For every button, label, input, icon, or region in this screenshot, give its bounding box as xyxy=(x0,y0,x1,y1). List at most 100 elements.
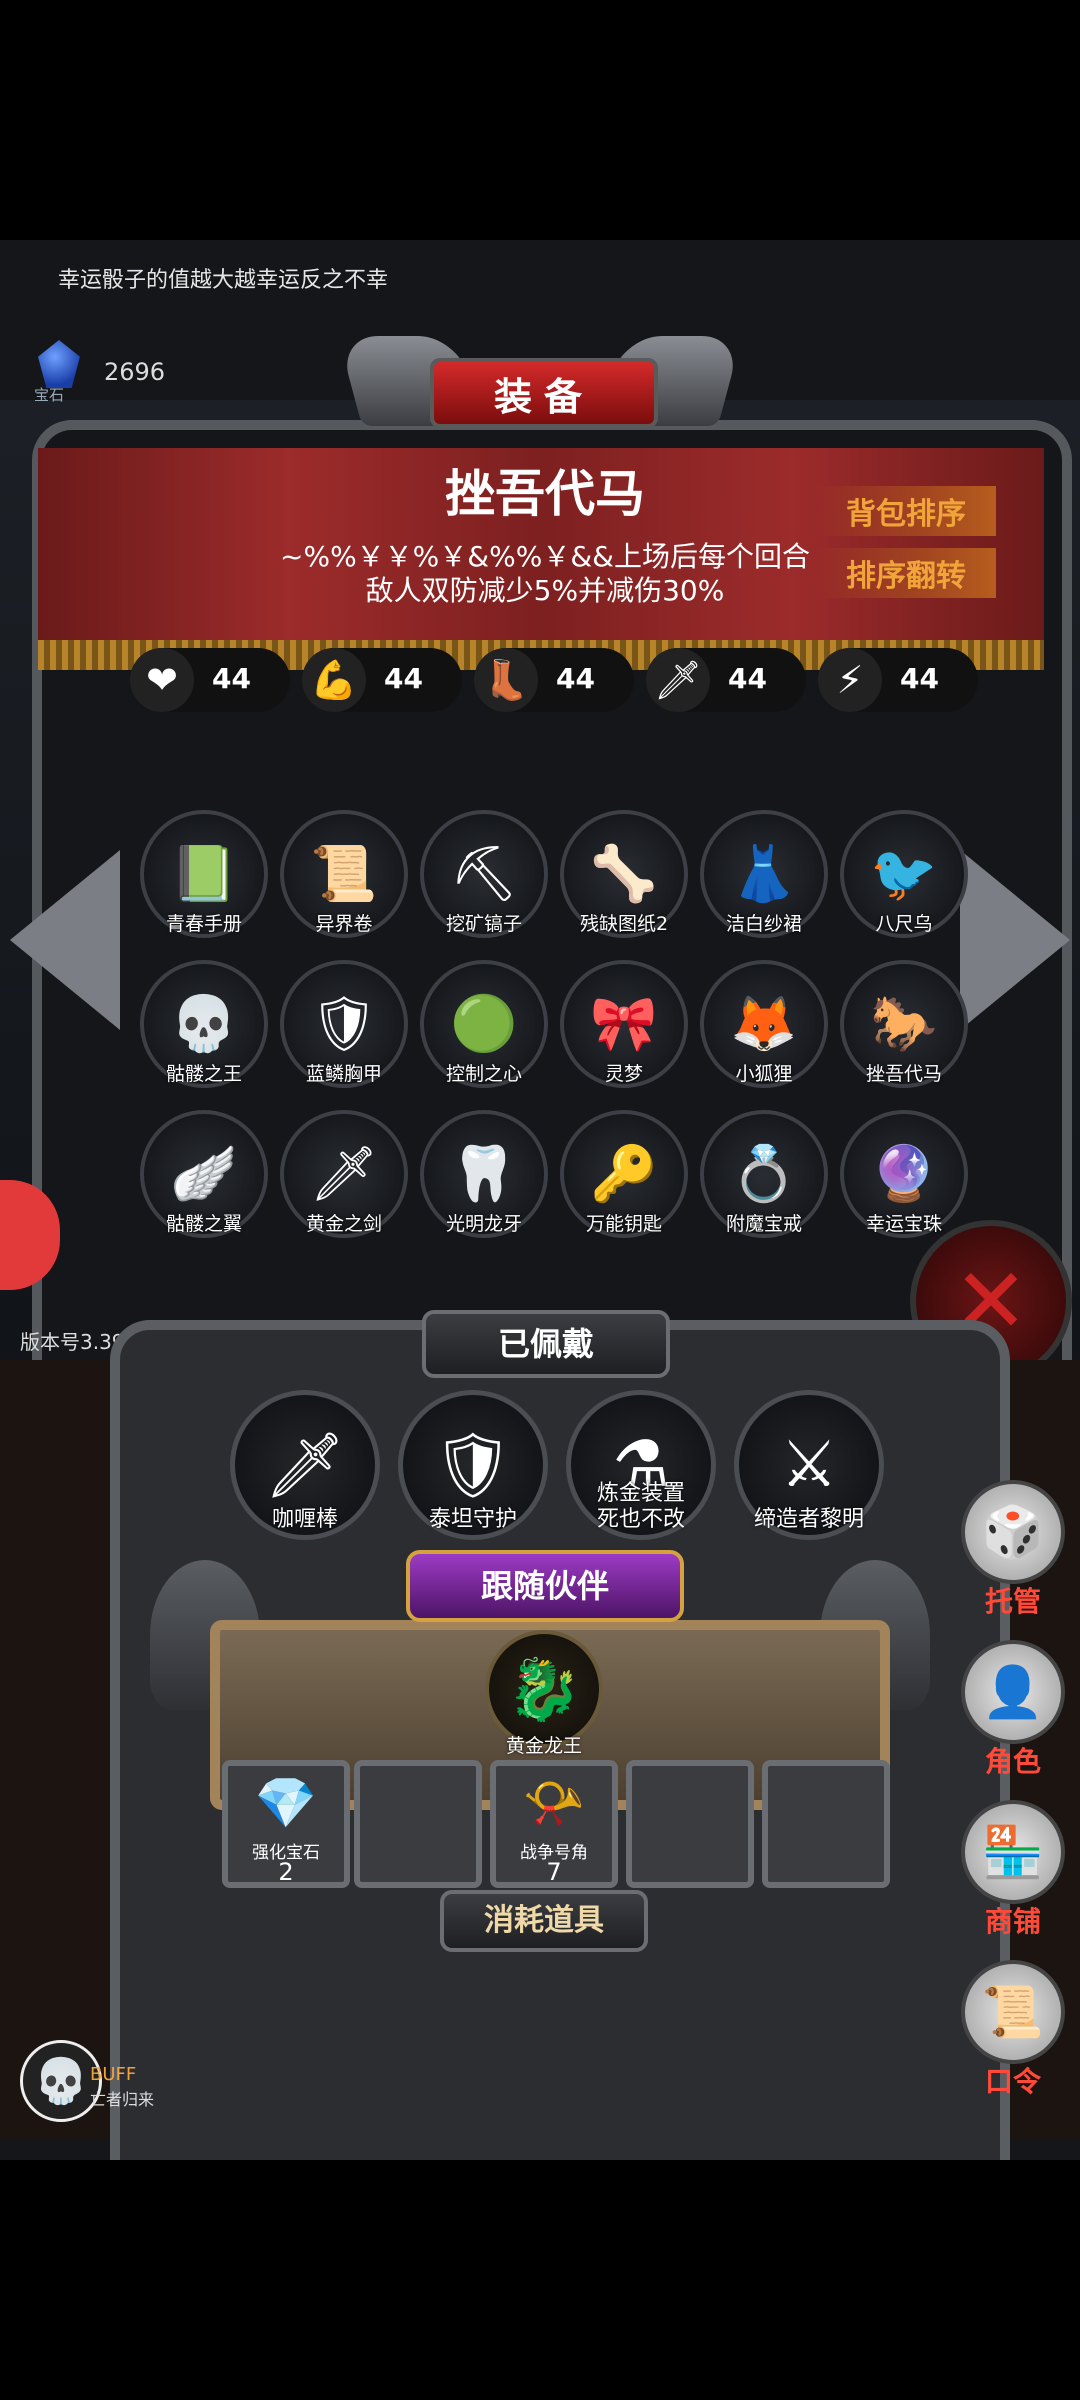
next-page-arrow[interactable] xyxy=(960,850,1070,1030)
item-art-icon: 🦷 xyxy=(450,1142,518,1205)
inventory-item[interactable]: ⛏ 挖矿镐子 xyxy=(420,810,548,938)
equipped-label: 泰坦守护 xyxy=(428,1507,517,1532)
strength-icon: 💪 xyxy=(302,648,366,712)
consumable-count: 7 xyxy=(546,1858,562,1886)
inventory-item[interactable]: 📗 青春手册 xyxy=(140,810,268,938)
selected-item-description: ~%%￥￥%￥&%%￥&&上场后每个回合敌人双防减少5%并减伤30% xyxy=(280,540,810,607)
inventory-item[interactable]: 💍 附魔宝戒 xyxy=(700,1110,828,1238)
page-title: 装备 xyxy=(493,374,594,419)
stat-value: 44 xyxy=(728,662,767,695)
equipped-art-icon: 🛡 xyxy=(432,1428,514,1503)
sort-button[interactable]: 背包排序 xyxy=(816,486,996,536)
item-label: 附魔宝戒 xyxy=(725,1213,802,1235)
item-label: 小狐狸 xyxy=(735,1063,793,1085)
item-art-icon: 🪽 xyxy=(170,1142,238,1205)
boot-icon: 👢 xyxy=(474,648,538,712)
consumable-slot[interactable] xyxy=(354,1760,482,1888)
item-label: 异界卷 xyxy=(315,913,373,935)
selected-item-name: 挫吾代马 xyxy=(445,465,645,523)
inventory-item[interactable]: 🐦 八尺乌 xyxy=(840,810,968,938)
side-menu-button[interactable]: 👤 角色 xyxy=(948,1640,1078,1780)
sword-icon: 🗡 xyxy=(646,648,710,712)
consumable-slot[interactable]: 💎 强化宝石 2 xyxy=(222,1760,350,1888)
item-art-icon: 🔑 xyxy=(590,1142,658,1205)
version-label: 版本号3.39 xyxy=(20,1330,125,1354)
side-menu-button[interactable]: 🎲 托管 xyxy=(948,1480,1078,1620)
consumable-count: 2 xyxy=(278,1858,294,1886)
item-label: 洁白纱裙 xyxy=(725,913,802,935)
companion-title: 跟随伙伴 xyxy=(406,1550,684,1622)
item-art-icon: 📜 xyxy=(310,842,378,905)
stat-bar: 👢 44 xyxy=(474,648,634,712)
item-label: 骷髅之王 xyxy=(165,1063,242,1085)
equipped-slot[interactable]: ⚔ 缔造者黎明 xyxy=(734,1390,884,1540)
equipped-label: 炼金装置 死也不改 xyxy=(596,1481,685,1532)
equipped-slot[interactable]: ⚗ 炼金装置 死也不改 xyxy=(566,1390,716,1540)
hooded-figure-icon: 👤 xyxy=(961,1640,1065,1744)
dice-icon: 🎲 xyxy=(961,1480,1065,1584)
inventory-item[interactable]: 🪽 骷髅之翼 xyxy=(140,1110,268,1238)
equipped-label: 咖喱棒 xyxy=(271,1507,338,1532)
equipped-art-icon: ⚔ xyxy=(780,1428,838,1502)
consumable-slot[interactable]: 📯 战争号角 7 xyxy=(490,1760,618,1888)
item-art-icon: 🔮 xyxy=(870,1142,938,1205)
inventory-item[interactable]: 👗 洁白纱裙 xyxy=(700,810,828,938)
inventory-item[interactable]: 📜 异界卷 xyxy=(280,810,408,938)
inventory-item[interactable]: 🔑 万能钥匙 xyxy=(560,1110,688,1238)
item-art-icon: 📗 xyxy=(170,842,238,905)
side-menu-label: 口令 xyxy=(984,2065,1041,2098)
inventory-item[interactable]: 🦊 小狐狸 xyxy=(700,960,828,1088)
inventory-item[interactable]: 🔮 幸运宝珠 xyxy=(840,1110,968,1238)
prev-page-arrow[interactable] xyxy=(10,850,120,1030)
side-menu-button[interactable]: 🏪 商铺 xyxy=(948,1800,1078,1940)
item-art-icon: 🦴 xyxy=(590,842,658,905)
item-art-icon: 🗡 xyxy=(309,1142,379,1205)
item-label: 青春手册 xyxy=(165,913,242,935)
item-art-icon: 🐦 xyxy=(870,842,938,905)
stat-bar: ⚡ 44 xyxy=(818,648,978,712)
buff-name: 亡者归来 xyxy=(90,2090,155,2109)
equipped-art-icon: 🗡 xyxy=(264,1428,346,1503)
lightning-icon: ⚡ xyxy=(818,648,882,712)
side-menu-label: 商铺 xyxy=(984,1905,1041,1938)
equipped-label: 缔造者黎明 xyxy=(753,1507,864,1532)
stat-bar: 💪 44 xyxy=(302,648,462,712)
companion-art-icon: 🐉 xyxy=(506,1654,582,1725)
companion-slot[interactable]: 🐉 黄金龙王 xyxy=(485,1630,603,1757)
stat-value: 44 xyxy=(384,662,423,695)
side-menu-label: 托管 xyxy=(984,1585,1041,1618)
inventory-item[interactable]: 🦷 光明龙牙 xyxy=(420,1110,548,1238)
item-label: 蓝鳞胸甲 xyxy=(305,1063,382,1085)
inventory-item[interactable]: 🛡 蓝鳞胸甲 xyxy=(280,960,408,1088)
stat-value: 44 xyxy=(556,662,595,695)
consumable-slot[interactable] xyxy=(762,1760,890,1888)
item-label: 控制之心 xyxy=(445,1063,522,1085)
inventory-item[interactable]: 🐎 挫吾代马 xyxy=(840,960,968,1088)
equipped-slot[interactable]: 🛡 泰坦守护 xyxy=(398,1390,548,1540)
inventory-item[interactable]: 💀 骷髅之王 xyxy=(140,960,268,1088)
sort-reverse-button[interactable]: 排序翻转 xyxy=(816,548,996,598)
inventory-item[interactable]: 🗡 黄金之剑 xyxy=(280,1110,408,1238)
consumable-art-icon: 💎 xyxy=(254,1774,318,1832)
item-art-icon: 💍 xyxy=(730,1142,798,1205)
stat-bar: 🗡 44 xyxy=(646,648,806,712)
item-art-icon: 🛡 xyxy=(309,992,379,1055)
stat-value: 44 xyxy=(900,662,939,695)
blue-gem-icon: 宝石 xyxy=(34,340,84,404)
inventory-item[interactable]: 🦴 残缺图纸2 xyxy=(560,810,688,938)
consumable-slot[interactable] xyxy=(626,1760,754,1888)
companion-label: 黄金龙王 xyxy=(505,1735,582,1757)
heart-icon: ❤ xyxy=(130,648,194,712)
equipped-slot[interactable]: 🗡 咖喱棒 xyxy=(230,1390,380,1540)
equipped-title: 已佩戴 xyxy=(422,1310,670,1378)
scroll-icon: 📜 xyxy=(961,1960,1065,2064)
tip-text: 幸运骰子的值越大越幸运反之不幸 xyxy=(58,268,389,293)
buff-title: BUFF xyxy=(90,2064,137,2085)
item-label: 光明龙牙 xyxy=(445,1213,522,1235)
item-label: 骷髅之翼 xyxy=(165,1213,242,1235)
inventory-item[interactable]: 🟢 控制之心 xyxy=(420,960,548,1088)
item-label: 挫吾代马 xyxy=(865,1063,942,1085)
currency-label: 宝石 xyxy=(34,386,65,404)
inventory-item[interactable]: 🎀 灵梦 xyxy=(560,960,688,1088)
side-menu-button[interactable]: 📜 口令 xyxy=(948,1960,1078,2100)
